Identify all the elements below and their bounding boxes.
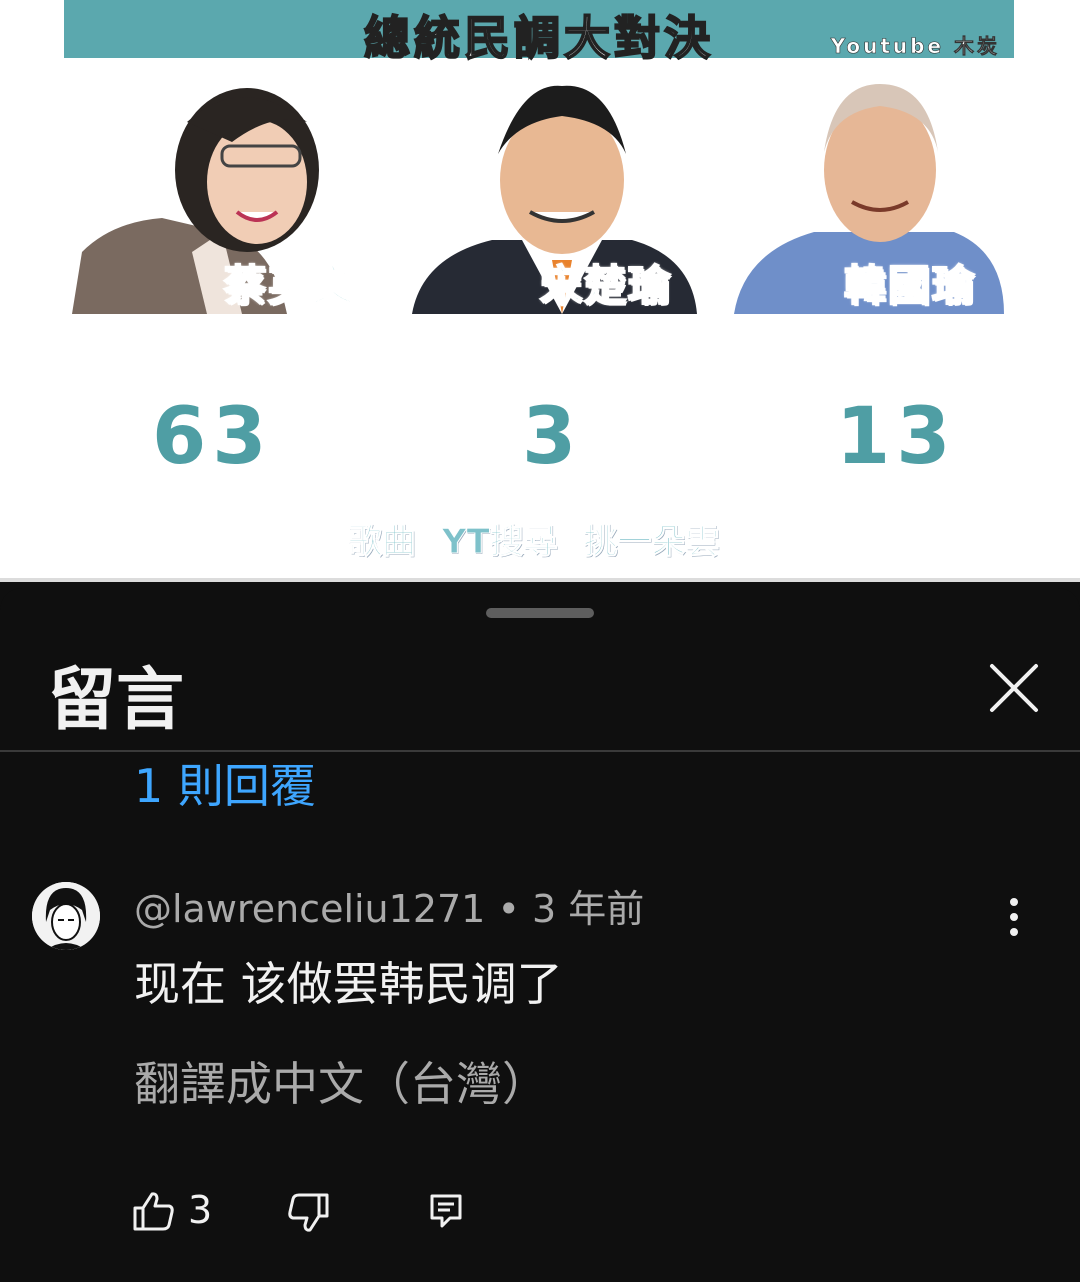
comment-meta: @lawrenceliu1271 • 3 年前	[134, 878, 644, 933]
poll-credit: Youtube 木炭	[830, 34, 1000, 59]
candidate-3-name: 韓國瑜	[843, 260, 977, 311]
candidate-1-score: 63	[152, 392, 273, 482]
poll-banner: 總統民調大對決 Youtube 木炭	[64, 0, 1014, 66]
avatar[interactable]	[32, 882, 100, 950]
like-count: 3	[188, 1188, 213, 1232]
comments-sheet: 留言 1 則回覆 @lawrenceliu1271 • 3 年前 现在 该做罢韩…	[0, 588, 1080, 1282]
comment-time: 3 年前	[531, 887, 645, 931]
sheet-title: 留言	[48, 661, 185, 740]
candidate-2-name: 宋楚瑜	[539, 260, 673, 311]
candidate-2-score: 3	[522, 392, 583, 482]
translate-button[interactable]: 翻譯成中文（台灣）	[134, 1048, 548, 1114]
song-caption: 歌曲 YT搜尋 挑一朵雲	[348, 522, 720, 563]
candidate-3: 韓國瑜	[734, 82, 1034, 314]
comment-author[interactable]: @lawrenceliu1271	[134, 887, 485, 931]
close-icon[interactable]	[980, 654, 1048, 722]
meta-separator: •	[485, 887, 532, 931]
candidate-1: 蔡英文	[72, 82, 372, 314]
more-vert-icon[interactable]	[996, 894, 1032, 940]
reply-icon[interactable]	[428, 1192, 464, 1228]
avatar-image	[32, 882, 100, 950]
video-frame[interactable]: 總統民調大對決 Youtube 木炭 蔡英文 宋楚瑜 韓國瑜 63 3 13 歌…	[0, 0, 1080, 582]
video-progress-track	[0, 578, 1080, 582]
replies-link[interactable]: 1 則回覆	[134, 750, 316, 816]
candidate-2: 宋楚瑜	[412, 82, 712, 314]
comment-text: 现在 该做罢韩民调了	[134, 957, 563, 1011]
candidate-3-score: 13	[836, 392, 957, 482]
drag-handle[interactable]	[486, 608, 594, 618]
candidate-1-name: 蔡英文	[223, 260, 357, 311]
thumb-down-icon[interactable]	[286, 1192, 330, 1234]
thumb-up-icon[interactable]	[132, 1190, 176, 1232]
